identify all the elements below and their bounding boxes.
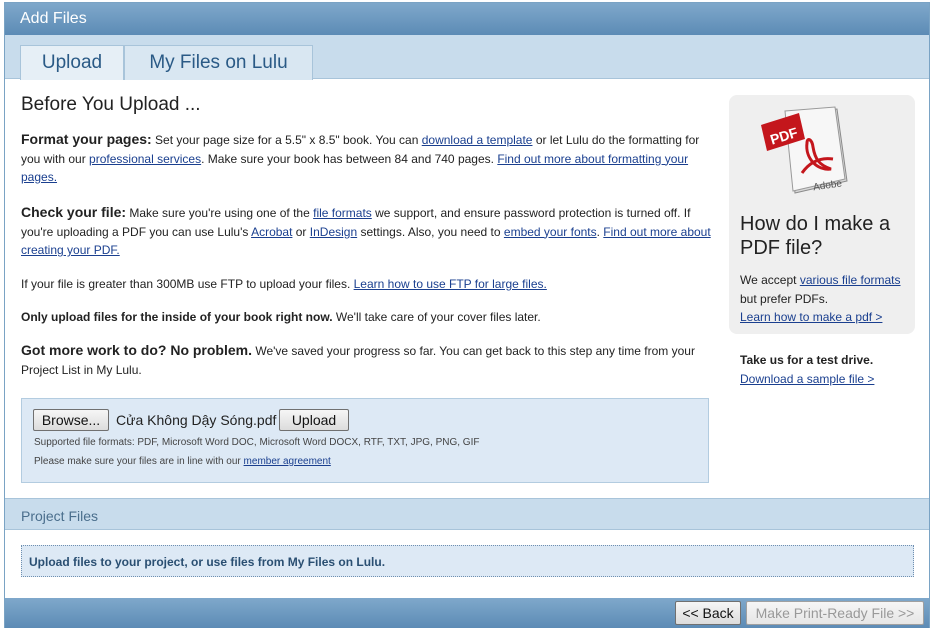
selected-filename: Cửa Không Dậy Sóng.pdf xyxy=(116,412,277,428)
back-button[interactable]: << Back xyxy=(675,601,741,625)
acrobat-link[interactable]: Acrobat xyxy=(251,225,292,239)
check-text-3: or xyxy=(292,224,310,239)
check-text-1: Make sure you're using one of the xyxy=(126,206,314,220)
inside-text: We'll take care of your cover files late… xyxy=(332,310,541,324)
check-lead: Check your file: xyxy=(21,204,127,220)
window-title: Add Files xyxy=(5,3,929,35)
embed-fonts-link[interactable]: embed your fonts xyxy=(504,225,597,239)
upload-button[interactable]: Upload xyxy=(279,409,349,431)
format-text-3: . Make sure your book has between 84 and… xyxy=(201,151,498,166)
member-agreement-link[interactable]: member agreement xyxy=(244,456,331,467)
add-files-dialog: Add Files Upload My Files on Lulu Before… xyxy=(4,2,930,628)
agreement-text: Please make sure your files are in line … xyxy=(34,456,244,467)
various-formats-link[interactable]: various file formats xyxy=(800,273,901,287)
tab-upload[interactable]: Upload xyxy=(20,45,124,80)
pdf-help-panel: PDF Adobe How do I make a PDF file? We a… xyxy=(729,95,915,334)
more-work-paragraph: Got more work to do? No problem. We've s… xyxy=(21,341,711,379)
check-paragraph: Check your file: Make sure you're using … xyxy=(21,203,711,260)
accept-text-1: We accept xyxy=(740,273,800,287)
pdf-adobe-icon: PDF Adobe xyxy=(761,106,848,194)
browse-button[interactable]: Browse... xyxy=(33,409,109,431)
tab-strip: Upload My Files on Lulu xyxy=(5,35,929,80)
inside-bold: Only upload files for the inside of your… xyxy=(21,310,333,324)
agreement-line: Please make sure your files are in line … xyxy=(34,456,331,467)
pdf-help-text: We accept various file formats but prefe… xyxy=(740,271,910,327)
format-text-1: Set your page size for a 5.5" x 8.5" boo… xyxy=(151,133,422,147)
inside-paragraph: Only upload files for the inside of your… xyxy=(21,308,711,327)
accept-text-2: but prefer PDFs. xyxy=(740,291,829,306)
format-lead: Format your pages: xyxy=(21,131,152,147)
format-paragraph: Format your pages: Set your page size fo… xyxy=(21,130,711,187)
professional-services-link[interactable]: professional services xyxy=(89,152,201,166)
test-drive-block: Take us for a test drive. Download a sam… xyxy=(740,351,920,389)
project-files-header: Project Files xyxy=(5,498,929,530)
ftp-paragraph: If your file is greater than 300MB use F… xyxy=(21,275,711,294)
file-formats-link[interactable]: file formats xyxy=(313,206,372,220)
test-drive-heading: Take us for a test drive. xyxy=(740,353,874,367)
page-heading: Before You Upload ... xyxy=(21,94,201,115)
upload-box: Browse... Cửa Không Dậy Sóng.pdf Upload … xyxy=(21,398,709,483)
project-files-info: Upload files to your project, or use fil… xyxy=(21,545,914,577)
more-work-lead: Got more work to do? No problem. xyxy=(21,342,252,358)
ftp-help-link[interactable]: Learn how to use FTP for large files. xyxy=(354,277,547,291)
make-print-ready-button[interactable]: Make Print-Ready File >> xyxy=(746,601,924,625)
pdf-help-heading: How do I make a PDF file? xyxy=(740,213,891,259)
make-pdf-link[interactable]: Learn how to make a pdf > xyxy=(740,310,882,324)
ftp-text: If your file is greater than 300MB use F… xyxy=(21,277,354,291)
download-sample-link[interactable]: Download a sample file > xyxy=(740,372,874,386)
check-text-4: settings. Also, you need to xyxy=(357,224,504,239)
indesign-link[interactable]: InDesign xyxy=(310,225,357,239)
supported-formats-text: Supported file formats: PDF, Microsoft W… xyxy=(34,437,480,448)
footer-bar: << Back Make Print-Ready File >> xyxy=(5,598,929,628)
download-template-link[interactable]: download a template xyxy=(422,133,533,147)
tab-my-files-on-lulu[interactable]: My Files on Lulu xyxy=(124,45,313,80)
